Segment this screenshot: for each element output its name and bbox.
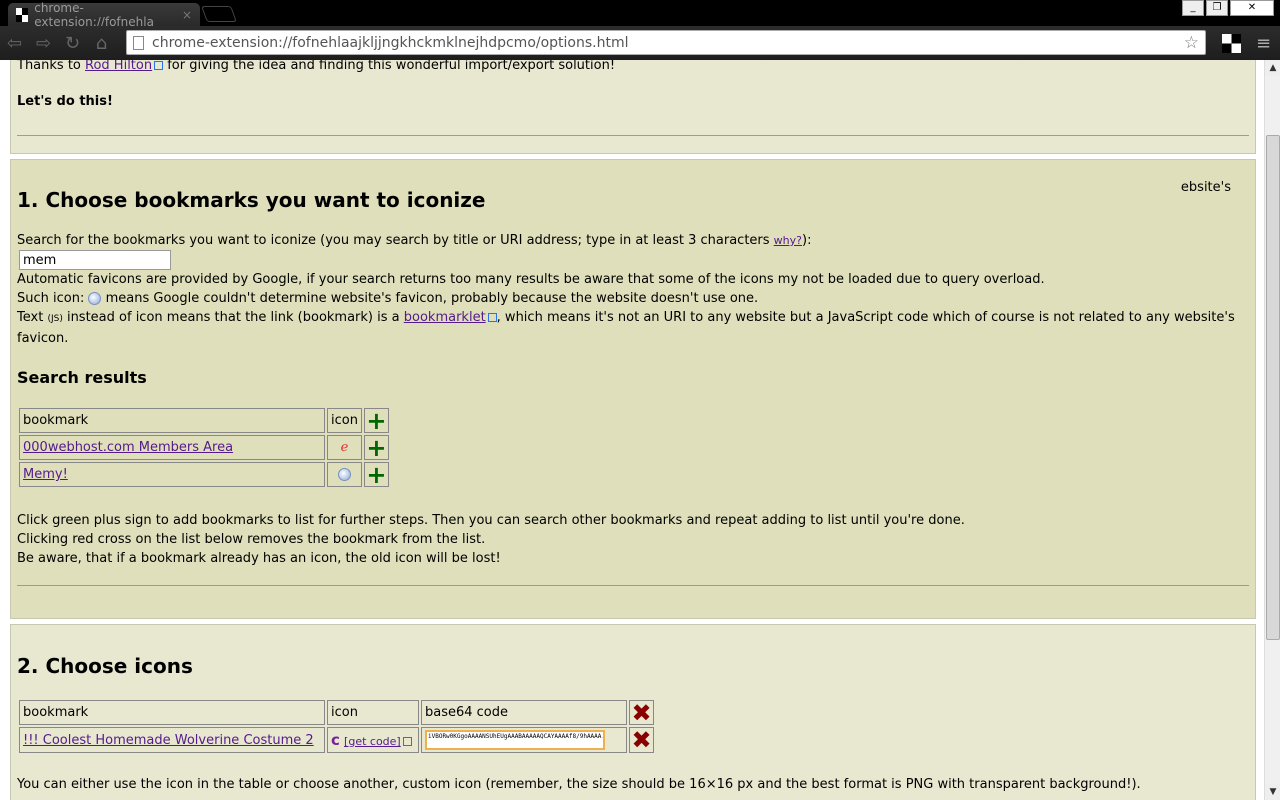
help-remove: Clicking red cross on the list below rem…	[17, 532, 486, 547]
add-all-button[interactable]: +	[363, 408, 389, 433]
search-label: Search for the bookmarks you want to ico…	[17, 233, 812, 248]
step1-section: ebsite's 1. Choose bookmarks you want to…	[10, 159, 1256, 619]
result-link[interactable]: 000webhost.com Members Area	[23, 440, 233, 455]
help-warning: Be aware, that if a bookmark already has…	[17, 551, 501, 566]
000webhost-favicon-icon: ℯ	[327, 435, 362, 460]
step1-title: 1. Choose bookmarks you want to iconize	[17, 188, 486, 212]
header-bookmark: bookmark	[19, 408, 325, 433]
globe-icon	[88, 292, 102, 305]
overflow-text: ebsite's	[1180, 180, 1231, 195]
search-input[interactable]	[19, 250, 171, 270]
why-link[interactable]: why?	[774, 234, 802, 247]
bookmarklet-link[interactable]: bookmarklet	[404, 310, 486, 325]
tab-strip: chrome-extension://fofnehla × _ ❐ ✕	[0, 0, 1280, 29]
close-window-button[interactable]: ✕	[1230, 0, 1274, 16]
base64-code-field[interactable]: iVBORw0KGgoAAAANSUhEUgAAABAAAAAQCAYAAAAf…	[425, 730, 605, 750]
header-icon: icon	[327, 408, 362, 433]
tab-close-icon[interactable]: ×	[182, 8, 192, 22]
header-icon: icon	[327, 700, 419, 725]
add-bookmark-button[interactable]: +	[363, 435, 389, 460]
result-link[interactable]: Memy!	[23, 467, 68, 482]
add-bookmark-button[interactable]: +	[363, 462, 389, 487]
table-row: !!! Coolest Homemade Wolverine Costume 2…	[19, 727, 654, 753]
browser-tab[interactable]: chrome-extension://fofnehla ×	[8, 0, 200, 29]
step2-title: 2. Choose icons	[17, 654, 193, 678]
external-link-icon	[487, 313, 497, 322]
bookmark-favicon-icon: c	[331, 731, 340, 749]
header-base64: base64 code	[421, 700, 627, 725]
reload-icon[interactable]: ↻	[58, 33, 87, 54]
table-row: 000webhost.com Members Area ℯ +	[19, 435, 389, 460]
remove-bookmark-button[interactable]: ✖	[629, 727, 654, 753]
address-bar[interactable]: chrome-extension://fofnehlaajkljjngkhckm…	[126, 30, 1206, 55]
scroll-down-icon[interactable]: ▼	[1265, 784, 1280, 800]
table-header-row: bookmark icon +	[19, 408, 389, 433]
bookmark-link[interactable]: !!! Coolest Homemade Wolverine Costume 2	[23, 733, 314, 748]
page-icon	[133, 35, 144, 50]
page-content: Thanks to Rod Hilton for giving the idea…	[0, 60, 1264, 800]
remove-all-button[interactable]: ✖	[629, 700, 654, 725]
external-link-icon	[154, 61, 164, 70]
intro-section: Thanks to Rod Hilton for giving the idea…	[10, 60, 1256, 154]
custom-icon-note: You can either use the icon in the table…	[17, 777, 1141, 792]
new-tab-button[interactable]	[201, 6, 237, 22]
header-bookmark: bookmark	[19, 700, 325, 725]
get-code-link[interactable]: [get code]	[344, 735, 401, 748]
info-js: Text (JS) instead of icon means that the…	[17, 310, 1235, 346]
tab-title: chrome-extension://fofnehla	[34, 0, 154, 29]
globe-icon	[337, 468, 351, 481]
tab-favicon-icon	[16, 7, 29, 22]
thanks-text: Thanks to Rod Hilton for giving the idea…	[17, 60, 616, 73]
external-link-icon	[402, 737, 412, 746]
lets-do-this: Let's do this!	[17, 94, 113, 109]
scroll-up-icon[interactable]: ▲	[1265, 60, 1280, 76]
table-header-row: bookmark icon base64 code ✖	[19, 700, 654, 725]
forward-icon[interactable]: ⇨	[29, 33, 58, 54]
icons-table: bookmark icon base64 code ✖ !!! Coolest …	[17, 698, 656, 755]
help-add: Click green plus sign to add bookmarks t…	[17, 513, 965, 528]
extension-icon[interactable]	[1222, 34, 1241, 53]
step2-section: 2. Choose icons bookmark icon base64 cod…	[10, 624, 1256, 800]
bookmark-star-icon[interactable]: ☆	[1184, 33, 1199, 53]
scrollbar-thumb[interactable]	[1266, 135, 1280, 640]
search-results-title: Search results	[17, 368, 147, 387]
rod-hilton-link[interactable]: Rod Hilton	[85, 60, 152, 73]
restore-button[interactable]: ❐	[1206, 0, 1228, 16]
info-such-icon: Such icon: means Google couldn't determi…	[17, 291, 759, 306]
search-results-table: bookmark icon + 000webhost.com Members A…	[17, 406, 391, 489]
home-icon[interactable]: ⌂	[87, 33, 116, 54]
info-google: Automatic favicons are provided by Googl…	[17, 272, 1045, 287]
browser-toolbar: ⇦ ⇨ ↻ ⌂ chrome-extension://fofnehlaajklj…	[0, 26, 1280, 60]
url-text: chrome-extension://fofnehlaajkljjngkhckm…	[152, 34, 629, 51]
minimize-button[interactable]: _	[1182, 0, 1204, 16]
menu-icon[interactable]: ≡	[1256, 33, 1271, 54]
vertical-scrollbar[interactable]: ▲ ▼	[1264, 60, 1280, 800]
back-icon[interactable]: ⇦	[0, 33, 29, 54]
table-row: Memy! +	[19, 462, 389, 487]
